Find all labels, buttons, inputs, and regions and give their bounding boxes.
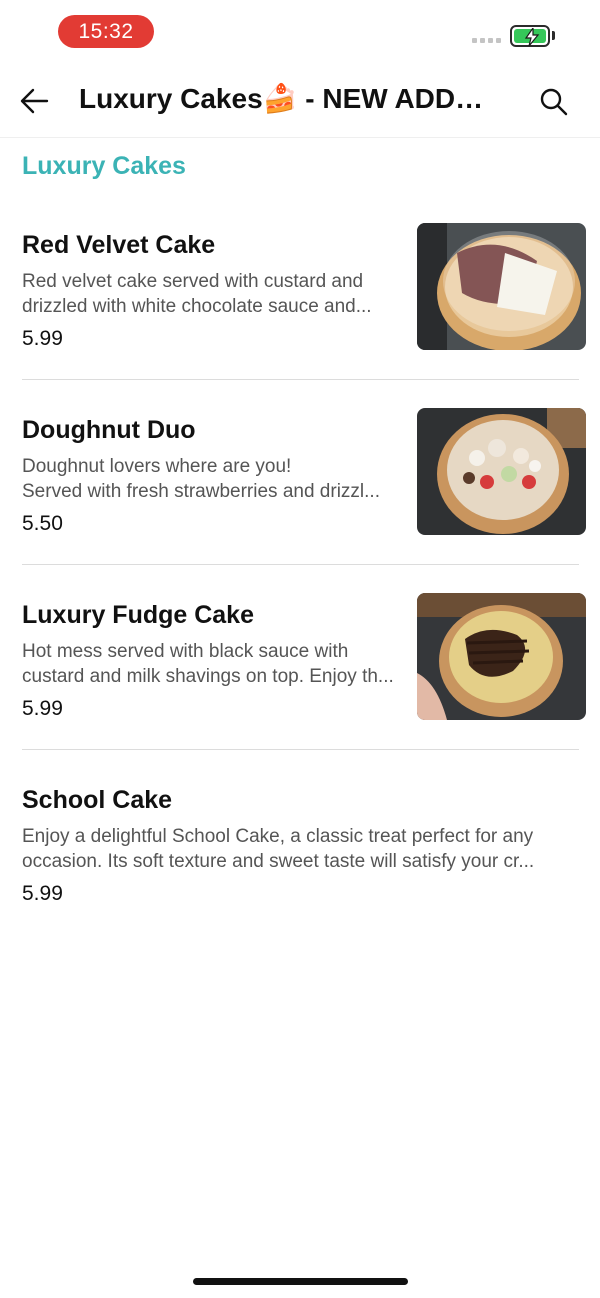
item-price: 5.99 <box>22 697 63 720</box>
search-button[interactable] <box>538 86 570 118</box>
battery-icon <box>510 25 550 47</box>
item-price: 5.99 <box>22 327 63 350</box>
search-icon <box>540 88 568 116</box>
menu-item-doughnut-duo[interactable]: Doughnut Duo Doughnut lovers where are y… <box>22 408 586 593</box>
menu-screen: 15:32 Luxury Cakes🍰 - NEW ADDITIONS <box>0 0 600 1298</box>
menu-item-school-cake[interactable]: School Cake Enjoy a delightful School Ca… <box>22 778 586 963</box>
section-title: Luxury Cakes <box>22 152 186 180</box>
page-title: Luxury Cakes🍰 - NEW ADDITIONS <box>79 83 489 114</box>
item-name: Luxury Fudge Cake <box>22 601 254 629</box>
menu-item-luxury-fudge-cake[interactable]: Luxury Fudge Cake Hot mess served with b… <box>22 593 586 778</box>
item-description-line: Doughnut lovers where are you! <box>22 456 292 477</box>
item-name: Doughnut Duo <box>22 416 196 444</box>
arrow-left-icon <box>20 88 49 114</box>
item-description-line: Red velvet cake served with custard and <box>22 271 364 292</box>
item-description-line: custard and milk shavings on top. Enjoy … <box>22 666 394 687</box>
item-description-line: Hot mess served with black sauce with <box>22 641 349 662</box>
status-bar: 15:32 <box>0 0 600 64</box>
app-header: Luxury Cakes🍰 - NEW ADDITIONS <box>0 64 600 138</box>
charging-bolt-icon <box>524 28 540 46</box>
item-description: Hot mess served with black sauce with cu… <box>22 639 414 689</box>
home-indicator[interactable] <box>193 1278 408 1285</box>
battery-cap <box>552 31 555 40</box>
back-button[interactable] <box>18 84 52 118</box>
item-description: Doughnut lovers where are you! Served wi… <box>22 454 412 504</box>
item-description-line: Served with fresh strawberries and drizz… <box>22 481 380 502</box>
status-time[interactable]: 15:32 <box>58 15 154 48</box>
menu-item-red-velvet-cake[interactable]: Red Velvet Cake Red velvet cake served w… <box>22 223 586 408</box>
signal-icon <box>472 38 501 43</box>
item-divider <box>22 749 579 750</box>
luxury-fudge-cake-photo[interactable] <box>417 593 586 720</box>
item-description-line: Enjoy a delightful School Cake, a classi… <box>22 826 534 847</box>
item-description-line: occasion. Its soft texture and sweet tas… <box>22 851 535 872</box>
item-name: Red Velvet Cake <box>22 231 216 259</box>
item-price: 5.50 <box>22 512 63 535</box>
item-price: 5.99 <box>22 882 63 905</box>
red-velvet-cake-photo[interactable] <box>417 223 586 350</box>
item-divider <box>22 564 579 565</box>
item-description-line: drizzled with white chocolate sauce and.… <box>22 296 372 317</box>
item-description: Enjoy a delightful School Cake, a classi… <box>22 824 578 874</box>
item-description: Red velvet cake served with custard and … <box>22 269 402 319</box>
item-name: School Cake <box>22 786 173 814</box>
doughnut-duo-photo[interactable] <box>417 408 586 535</box>
item-divider <box>22 379 579 380</box>
